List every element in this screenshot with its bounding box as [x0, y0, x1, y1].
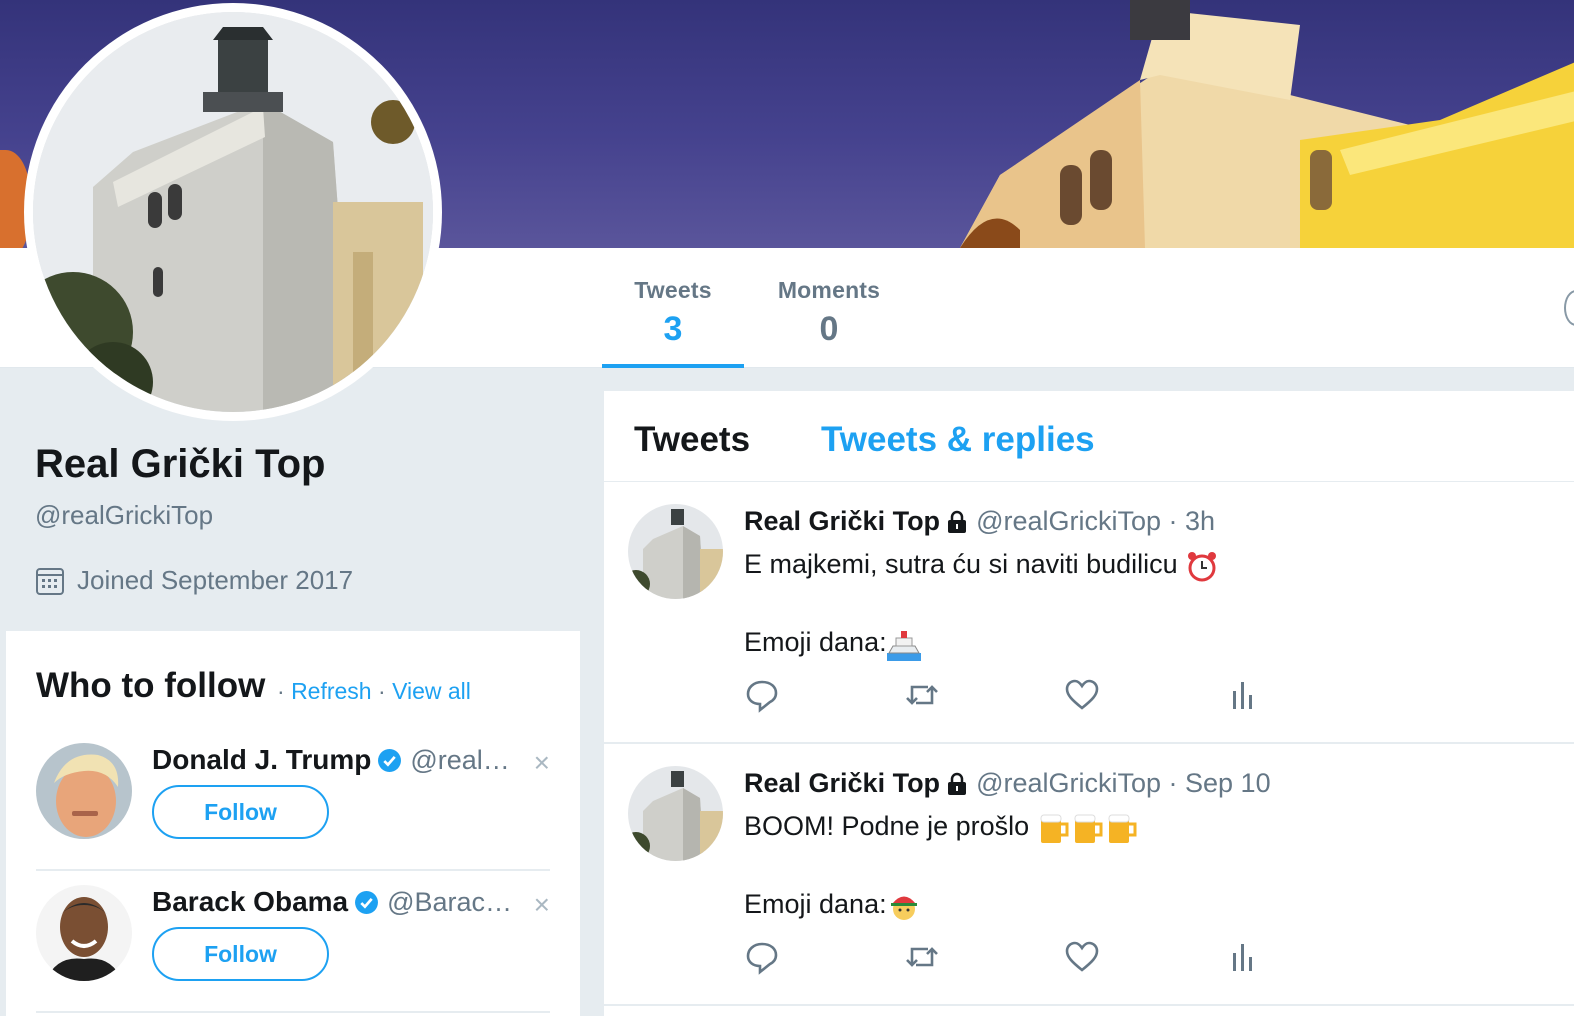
- profile-handle: @realGrickiTop: [35, 500, 214, 530]
- nav-moments-count: 0: [819, 310, 839, 348]
- who-to-follow-links: · Refresh · View all: [277, 678, 471, 704]
- verified-badge-icon: [378, 748, 402, 772]
- tweet-author-name[interactable]: Real Grički Top: [744, 506, 940, 537]
- tweet-actions: [744, 939, 1344, 979]
- reply-icon[interactable]: [744, 939, 780, 975]
- tab-tweets-and-replies[interactable]: Tweets & replies: [821, 420, 1095, 460]
- analytics-icon[interactable]: [1224, 677, 1260, 713]
- nav-tweets-count: 3: [663, 310, 683, 348]
- tweet-text: E majkemi, sutra ću si naviti budilicu E…: [744, 545, 1219, 662]
- worker-emoji-icon: [890, 896, 917, 920]
- nav-tweets[interactable]: Tweets 3: [602, 248, 744, 368]
- nav-moments[interactable]: Moments 0: [764, 248, 894, 368]
- analytics-icon[interactable]: [1224, 939, 1260, 975]
- calendar-icon: [36, 567, 64, 595]
- suggestion-handle: @real…: [410, 744, 510, 775]
- avatar[interactable]: [36, 743, 132, 839]
- dismiss-icon[interactable]: ×: [534, 747, 550, 779]
- profile-name: Real Grički Top: [35, 442, 326, 486]
- lock-icon: [948, 772, 967, 795]
- beer-mug-emoji-icon: [1108, 814, 1137, 843]
- retweet-icon[interactable]: [904, 677, 940, 713]
- suggestion-handle: @Barac…: [387, 886, 513, 917]
- joined-text: Joined September 2017: [77, 565, 354, 595]
- follow-button[interactable]: Follow: [152, 785, 329, 839]
- nav-tweets-label: Tweets: [634, 277, 712, 303]
- tweet-author-name[interactable]: Real Grički Top: [744, 768, 940, 799]
- like-icon[interactable]: [1064, 939, 1100, 975]
- tweet-meta[interactable]: @realGrickiTop · 3h: [976, 506, 1215, 537]
- tweet-meta[interactable]: @realGrickiTop · Sep 10: [976, 768, 1271, 799]
- tweet-header: Real Grički Top @realGrickiTop · 3h: [744, 506, 1215, 537]
- lock-icon: [948, 510, 967, 533]
- alarm-clock-emoji-icon: [1188, 551, 1217, 582]
- who-to-follow-module: Who to follow · Refresh · View all Donal…: [6, 631, 580, 1016]
- tweet[interactable]: Real Grički Top @realGrickiTop · 3h E ma…: [604, 482, 1574, 744]
- joined-date: Joined September 2017: [35, 565, 353, 596]
- beer-mug-emoji-icon: [1040, 814, 1069, 843]
- suggestion-name[interactable]: Donald J. Trump @real…: [152, 744, 510, 776]
- suggestion-trump: Donald J. Trump @real… × Follow: [36, 731, 550, 871]
- ship-emoji-icon: [886, 630, 921, 661]
- dismiss-icon[interactable]: ×: [534, 889, 550, 921]
- tab-tweets[interactable]: Tweets: [634, 420, 750, 460]
- tweet-avatar[interactable]: [628, 766, 723, 861]
- view-all-link[interactable]: View all: [392, 678, 471, 704]
- tweet-avatar[interactable]: [628, 504, 723, 599]
- tweet-text: BOOM! Podne je prošlo Emoji dana:: [744, 807, 1139, 924]
- avatar[interactable]: [36, 885, 132, 981]
- tweet-header: Real Grički Top @realGrickiTop · Sep 10: [744, 768, 1271, 799]
- who-to-follow-title: Who to follow: [36, 666, 266, 705]
- profile-avatar[interactable]: [24, 3, 442, 421]
- suggestion-obama: Barack Obama @Barac… × Follow: [36, 873, 550, 1013]
- tweet-actions: [744, 677, 1344, 717]
- nav-moments-label: Moments: [777, 277, 881, 303]
- refresh-link[interactable]: Refresh: [291, 678, 372, 704]
- follow-button[interactable]: Follow: [152, 927, 329, 981]
- like-icon[interactable]: [1064, 677, 1100, 713]
- beer-mug-emoji-icon: [1074, 814, 1103, 843]
- reply-icon[interactable]: [744, 677, 780, 713]
- retweet-icon[interactable]: [904, 939, 940, 975]
- timeline: Tweets Tweets & replies Real Grički Top …: [604, 391, 1574, 1016]
- timeline-tabs: Tweets Tweets & replies: [604, 391, 1574, 482]
- tweet[interactable]: Real Grički Top @realGrickiTop · Sep 10 …: [604, 744, 1574, 1006]
- suggestion-name[interactable]: Barack Obama @Barac…: [152, 886, 512, 918]
- tower-photo: [960, 0, 1574, 248]
- verified-badge-icon: [355, 890, 379, 914]
